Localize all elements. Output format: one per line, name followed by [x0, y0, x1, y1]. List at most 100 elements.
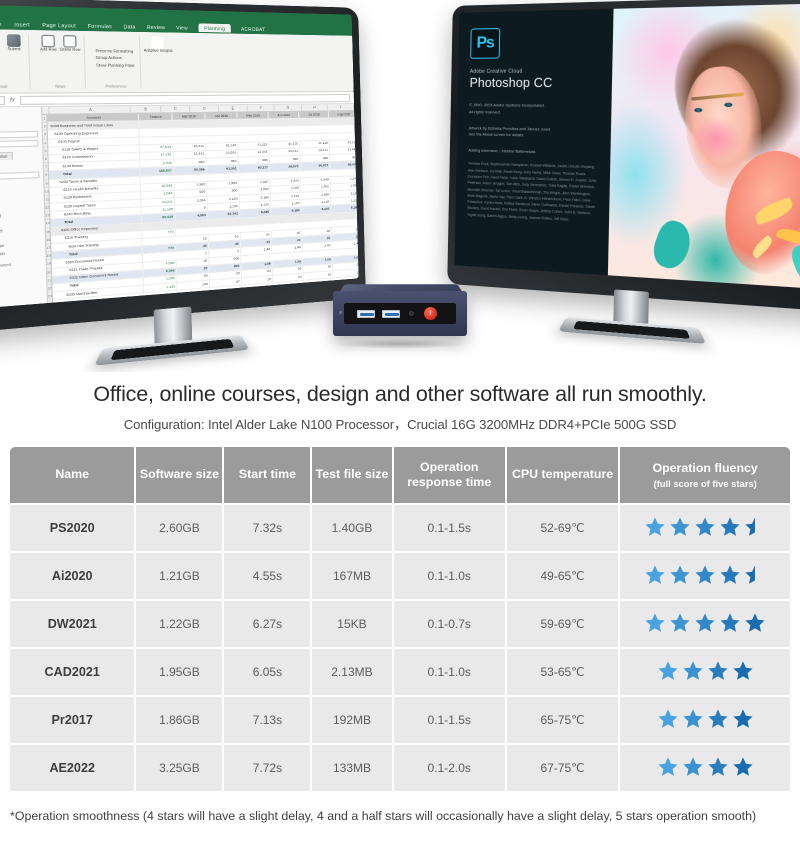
formula-input[interactable]: [19, 93, 351, 105]
ribbon-group-label-preferences: Preferences: [105, 84, 127, 89]
star-rating: [644, 564, 766, 585]
photoshop-artwork: [608, 3, 800, 290]
mini-pc-led-icon: [339, 311, 342, 314]
column-header-label: CPU temperature: [511, 467, 614, 482]
ribbon-tab-data[interactable]: Data: [123, 23, 135, 29]
mini-pc: [333, 280, 467, 349]
excel-screen: File Home Insert Page Layout Formulas Da…: [0, 4, 359, 311]
star-full-icon: [708, 757, 728, 776]
star-full-icon: [733, 709, 753, 728]
star-full-icon: [670, 517, 690, 536]
star-full-icon: [720, 613, 740, 632]
checkbox-show-planning-pane[interactable]: Show Planning Pane: [96, 63, 135, 68]
cell-test-file-size: 133MB: [312, 745, 392, 791]
cell-start-time: 7.72s: [224, 745, 311, 791]
ribbon-tab-view[interactable]: View: [176, 25, 188, 31]
star-full-icon: [708, 661, 728, 680]
grid-row[interactable]: 6382 New Assets44,6791,3401,3401,3401,34…: [54, 309, 359, 311]
excel-cells[interactable]: Accounts Finance Mar 2018 Apr 2018 May 2…: [47, 110, 359, 311]
ribbon-tab-acrobat[interactable]: ACROBAT: [241, 26, 265, 32]
cell-cpu-temperature: 59-69℃: [506, 601, 619, 647]
planning-pane-select[interactable]: [0, 130, 39, 140]
star-half-icon: [745, 565, 756, 584]
configuration-subheadline: Configuration: Intel Alder Lake N100 Pro…: [123, 417, 677, 432]
ribbon-group-adaptive-server: Log Out Refresh Submit Adaptive Se: [0, 33, 31, 90]
right-monitor: Ps Adobe Creative Cloud Photoshop CC © 1…: [447, 0, 800, 344]
ribbon-tab-review[interactable]: Review: [147, 24, 165, 30]
column-header-operation-response-time: Operation response time: [393, 447, 505, 503]
star-full-icon: [720, 517, 740, 536]
cell-name: AE2022: [10, 745, 135, 791]
cell-operation-fluency: [620, 601, 790, 647]
star-full-icon: [745, 613, 765, 632]
version-item-what-if[interactable]: What-If Scenario: [0, 249, 42, 259]
cell-operation-response-time: 0.1-1.0s: [393, 649, 505, 695]
cell-test-file-size: 192MB: [312, 697, 392, 743]
page-headline: Office, online courses, design and other…: [93, 382, 707, 406]
ribbon-group-rows: Add Row Delete Row Rows: [37, 34, 87, 89]
star-half-icon: [745, 517, 756, 536]
version-tree[interactable]: Versions Actuals Leaf Tree Current View …: [0, 183, 42, 259]
cell-operation-fluency: [620, 505, 790, 551]
star-full-icon: [658, 709, 678, 728]
column-header-cpu-temperature: CPU temperature: [506, 447, 619, 503]
planning-pane: Planning Versions Detail Information Ver…: [0, 107, 50, 311]
cell-operation-response-time: 0.1-2.0s: [393, 745, 505, 791]
cell-start-time: 7.13s: [224, 697, 311, 743]
ribbon-tab-formulas[interactable]: Formulas: [88, 23, 112, 29]
version-item-versions[interactable]: Versions: [0, 183, 40, 191]
checkbox-preserve-formatting[interactable]: Preserve Formatting: [95, 48, 134, 53]
usb-port-icon: [357, 309, 375, 318]
planning-pane-footer: company is 100% owned: [0, 261, 12, 270]
add-row-button[interactable]: Add Row: [40, 34, 57, 53]
column-header-label: Operation response time: [407, 459, 492, 489]
adaptive-insights-button[interactable]: Adaptive Insights: [144, 36, 173, 54]
cell-name: CAD2021: [10, 649, 135, 695]
grid-row[interactable]: 6381 Building Assets1,167201,1671,1671,1…: [54, 302, 359, 311]
cell-operation-response-time: 0.1-1.0s: [393, 553, 505, 599]
ribbon-tab-pagelayout[interactable]: Page Layout: [42, 22, 76, 28]
star-full-icon: [695, 565, 715, 584]
table-row: DW2021 1.22GB 6.27s 15KB 0.1-0.7s 59-69℃: [10, 601, 790, 647]
usb-port-icon: [382, 309, 400, 318]
column-header-label: Test file size: [315, 467, 389, 482]
excel-grid[interactable]: ABC DEF GHI 1234567 8 9 10 11 12 13 14 15 16 17 1…: [42, 104, 359, 311]
ribbon-tab-planning[interactable]: Planning: [198, 23, 231, 33]
planning-pane-select-2[interactable]: [0, 139, 39, 149]
ribbon-tab-insert[interactable]: Insert: [14, 21, 30, 27]
power-button[interactable]: [424, 307, 437, 320]
cell-software-size: 1.21GB: [136, 553, 223, 599]
cell-start-time: 7.32s: [224, 505, 311, 551]
star-full-icon: [695, 517, 715, 536]
artwork-teal-shape: [648, 216, 697, 273]
cell-software-size: 1.95GB: [136, 649, 223, 695]
cell-start-time: 6.27s: [224, 601, 311, 647]
left-monitor: File Home Insert Page Layout Formulas Da…: [0, 0, 366, 366]
name-box[interactable]: A4C6B: [0, 95, 6, 105]
cell-operation-fluency: [620, 745, 790, 791]
photoshop-app-name: Photoshop CC: [469, 75, 553, 91]
photoshop-splash: Ps Adobe Creative Cloud Photoshop CC © 1…: [454, 8, 614, 276]
fx-icon: fx: [9, 96, 15, 104]
star-full-icon: [670, 565, 690, 584]
star-full-icon: [720, 565, 740, 584]
version-search-input[interactable]: [0, 171, 40, 182]
pane-tab-information[interactable]: Information: [0, 151, 13, 161]
cell-test-file-size: 1.40GB: [312, 505, 392, 551]
cell-name: Pr2017: [10, 697, 135, 743]
delete-row-button[interactable]: Delete Row: [60, 35, 81, 53]
checkbox-group-actions[interactable]: Group Actions: [96, 56, 135, 61]
table-row: Ai2020 1.21GB 4.55s 167MB 0.1-1.0s 49-65℃: [10, 553, 790, 599]
planning-pane-subtitle: Versions: [0, 124, 38, 130]
adobe-creative-cloud-label: Adobe Creative Cloud: [469, 68, 523, 75]
column-header-sublabel: (full score of five stars): [653, 477, 757, 489]
audio-jack-icon: [409, 311, 414, 316]
cell-operation-response-time: 0.1-1.5s: [393, 505, 505, 551]
performance-table: Name Software size Start time Test file …: [8, 445, 792, 793]
ribbon-tab-home[interactable]: Home: [0, 21, 2, 27]
copyright-line-2: All rights reserved.: [469, 108, 501, 115]
submit-button[interactable]: Submit: [6, 34, 23, 52]
star-rating: [657, 708, 754, 729]
table-row: CAD2021 1.95GB 6.05s 2.13MB 0.1-1.0s 53-65℃: [10, 649, 790, 695]
ribbon-group-label-rows: Rows: [55, 84, 66, 89]
